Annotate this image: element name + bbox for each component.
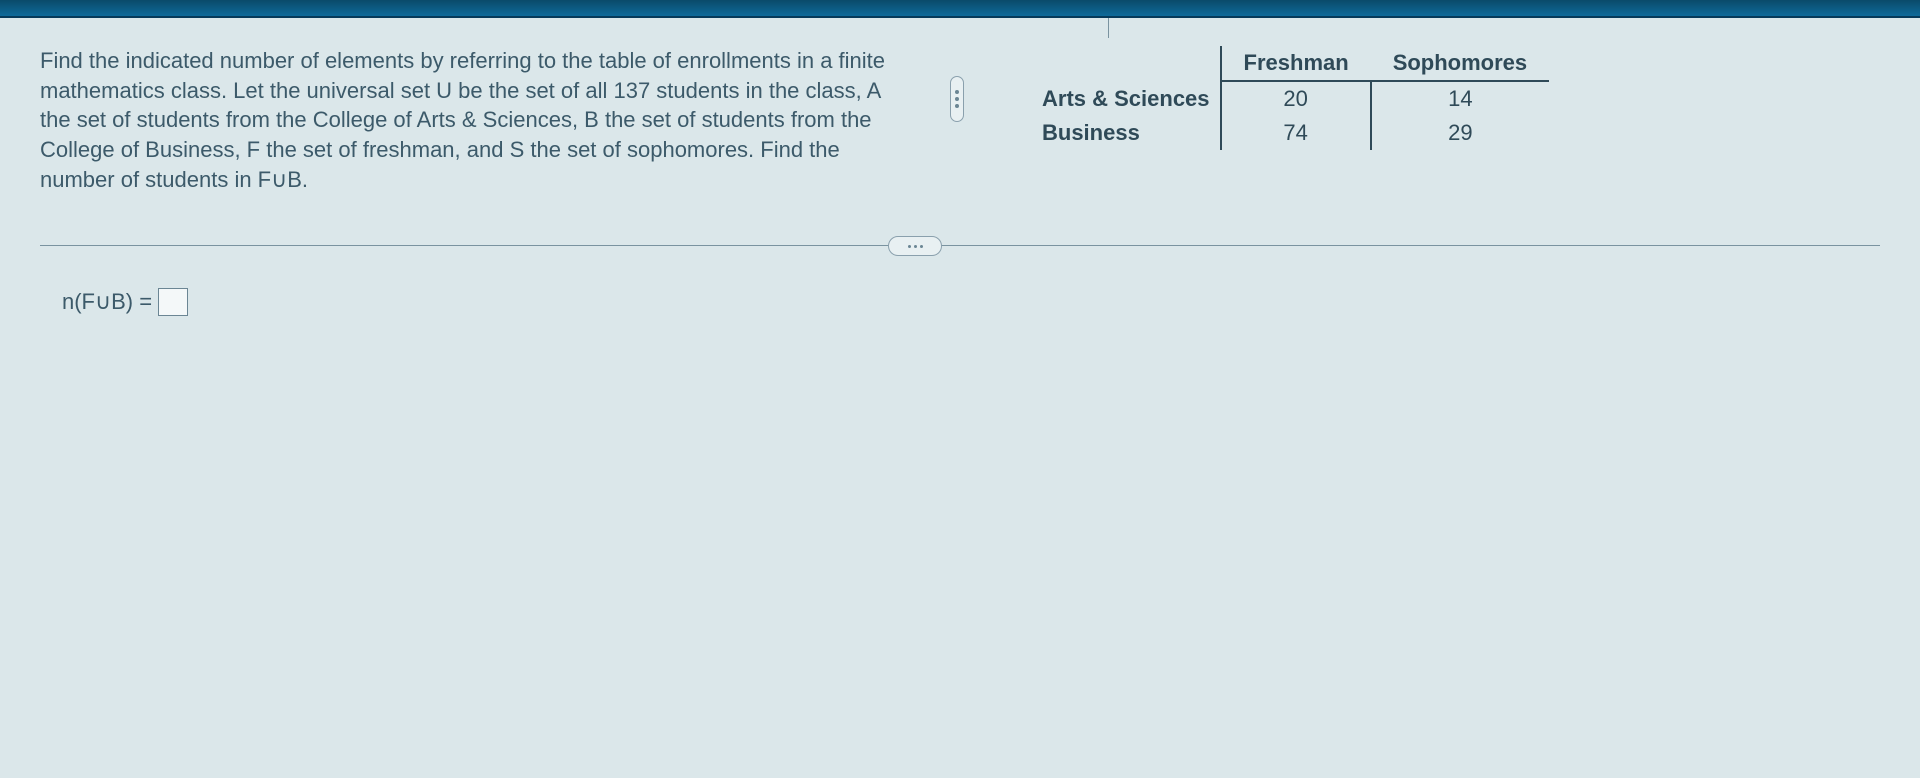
drag-dots-icon — [950, 76, 964, 122]
divider-line — [40, 245, 1880, 246]
answer-input[interactable] — [158, 288, 188, 316]
cell-value: 29 — [1371, 116, 1549, 150]
table-corner-cell — [1020, 46, 1221, 81]
answer-row: n(F∪B) = — [0, 258, 1920, 316]
col-header-freshman: Freshman — [1221, 46, 1371, 81]
cell-value: 20 — [1221, 81, 1371, 116]
window-top-bar — [0, 0, 1920, 18]
col-header-sophomores: Sophomores — [1371, 46, 1549, 81]
divider-expand-handle[interactable] — [888, 236, 942, 256]
section-divider — [0, 234, 1920, 258]
question-panel: Find the indicated number of elements by… — [0, 18, 1920, 194]
row-label: Business — [1020, 116, 1221, 150]
panel-resize-handle[interactable] — [950, 46, 970, 194]
table-row: Arts & Sciences 20 14 — [1020, 81, 1549, 116]
table-row: Business 74 29 — [1020, 116, 1549, 150]
cell-value: 74 — [1221, 116, 1371, 150]
answer-label: n(F∪B) = — [62, 289, 152, 315]
enrollment-table-wrap: Freshman Sophomores Arts & Sciences 20 1… — [1010, 46, 1880, 194]
question-text: Find the indicated number of elements by… — [40, 46, 910, 194]
row-label: Arts & Sciences — [1020, 81, 1221, 116]
enrollment-table: Freshman Sophomores Arts & Sciences 20 1… — [1020, 46, 1549, 150]
cell-value: 14 — [1371, 81, 1549, 116]
